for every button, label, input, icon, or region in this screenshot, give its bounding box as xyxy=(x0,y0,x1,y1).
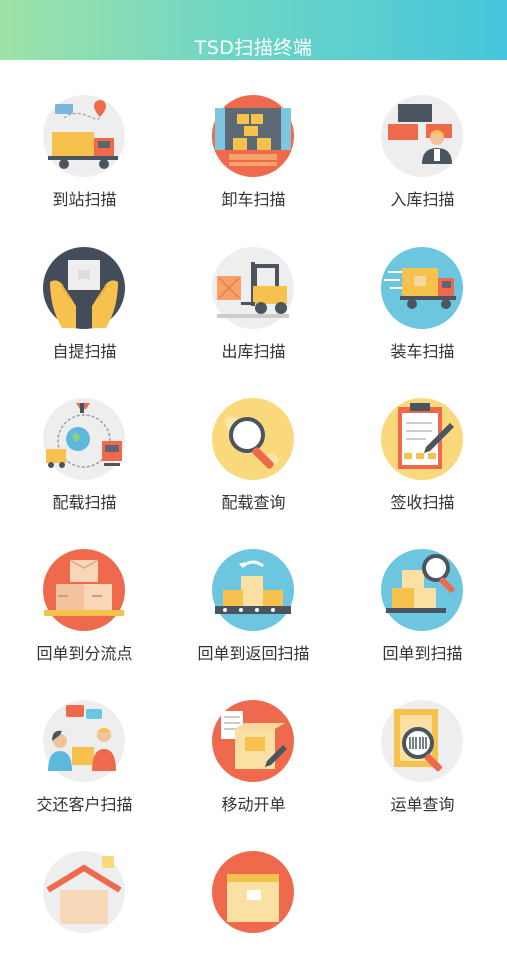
tile-loading-scan[interactable]: 装车扫描 xyxy=(338,212,507,364)
tile-mobile-order[interactable]: 移动开单 xyxy=(169,665,338,817)
tile-label: 自提扫描 xyxy=(52,342,117,361)
warehouse-worker-icon xyxy=(380,94,464,178)
hands-package-icon xyxy=(42,246,126,330)
waybill-search-icon xyxy=(380,699,464,783)
tile-outbound-scan[interactable]: 出库扫描 xyxy=(169,212,338,364)
tile-label: 签收扫描 xyxy=(390,493,455,512)
function-grid: 到站扫描 卸车扫描 入库扫描 自提扫描 出库扫描 装车扫描 配载扫描 配载查询 … xyxy=(0,60,507,933)
package-icon xyxy=(211,850,295,934)
tile-signoff-scan[interactable]: 签收扫描 xyxy=(338,363,507,515)
tile-label: 回单到返回扫描 xyxy=(197,644,310,663)
boxes-search-icon xyxy=(380,548,464,632)
tile-label: 装车扫描 xyxy=(390,342,455,361)
tile-label: 回单到分流点 xyxy=(36,644,133,663)
global-transport-icon xyxy=(42,397,126,481)
conveyor-boxes-icon xyxy=(211,548,295,632)
tile-stowage-query[interactable]: 配载查询 xyxy=(169,363,338,515)
app-header: TSD扫描终端 xyxy=(0,0,507,60)
tile-unload-scan[interactable]: 卸车扫描 xyxy=(169,60,338,212)
tile-customer-return-scan[interactable]: 交还客户扫描 xyxy=(0,665,169,817)
tile-label: 配载查询 xyxy=(221,493,286,512)
tile-receipt-scan[interactable]: 回单到扫描 xyxy=(338,514,507,666)
tile-package[interactable] xyxy=(169,816,338,968)
map-search-icon xyxy=(211,397,295,481)
tile-inbound-scan[interactable]: 入库扫描 xyxy=(338,60,507,212)
page-title: TSD扫描终端 xyxy=(194,37,313,59)
tile-label: 配载扫描 xyxy=(52,493,117,512)
tile-arrival-scan[interactable]: 到站扫描 xyxy=(0,60,169,212)
tile-label: 移动开单 xyxy=(221,795,286,814)
tile-self-pickup-scan[interactable]: 自提扫描 xyxy=(0,212,169,364)
tile-home-delivery[interactable] xyxy=(0,816,169,968)
clipboard-sign-icon xyxy=(380,397,464,481)
tile-label: 到站扫描 xyxy=(52,190,117,209)
tile-label: 回单到扫描 xyxy=(382,644,463,663)
loading-truck-icon xyxy=(380,246,464,330)
mobile-order-icon xyxy=(211,699,295,783)
tile-receipt-return-scan[interactable]: 回单到返回扫描 xyxy=(169,514,338,666)
tile-receipt-branch[interactable]: 回单到分流点 xyxy=(0,514,169,666)
tile-label: 交还客户扫描 xyxy=(36,795,133,814)
home-delivery-icon xyxy=(42,850,126,934)
tile-label: 入库扫描 xyxy=(390,190,455,209)
tile-waybill-query[interactable]: 运单查询 xyxy=(338,665,507,817)
customer-handover-icon xyxy=(42,699,126,783)
forklift-icon xyxy=(211,246,295,330)
tile-label: 运单查询 xyxy=(390,795,455,814)
tile-stowage-scan[interactable]: 配载扫描 xyxy=(0,363,169,515)
truck-arrival-icon xyxy=(42,94,126,178)
tile-label: 卸车扫描 xyxy=(221,190,286,209)
boxes-stack-icon xyxy=(42,548,126,632)
tile-label: 出库扫描 xyxy=(221,342,286,361)
unload-truck-icon xyxy=(211,94,295,178)
